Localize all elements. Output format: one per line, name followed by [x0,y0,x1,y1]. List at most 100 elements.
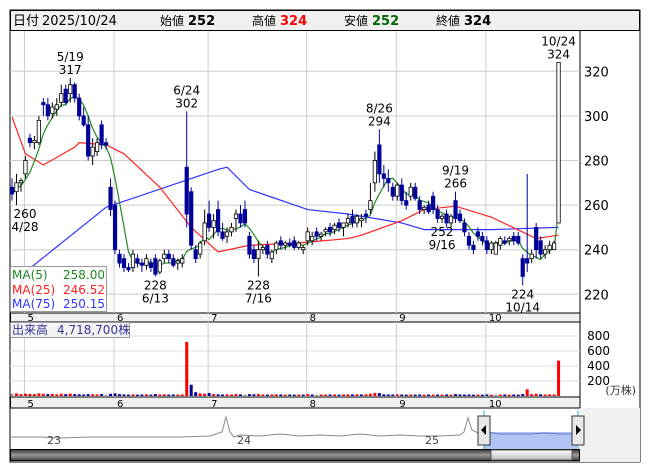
candle-body [126,267,131,271]
ma75-label: MA(75) [12,297,55,311]
volume-bar [333,394,337,396]
volume-bar [64,394,68,396]
volume-bar [162,394,166,396]
candle-body [162,253,167,260]
candle-body [247,235,252,255]
volume-bar [342,394,346,396]
month-label: 10 [489,313,502,324]
scrollbar-thumb[interactable] [490,449,573,461]
ma75-value: 250.15 [63,297,105,311]
candle-body [435,209,440,219]
volume-bar [238,394,242,396]
candle-body [180,258,185,264]
candle-body [229,226,234,233]
volume-bar [50,393,54,396]
volume-bar [454,394,458,396]
ma5-label: MA(5) [12,268,48,282]
candle-body [310,235,315,242]
volume-bar [198,393,202,396]
candle-body [148,262,153,268]
candle-body [525,258,530,264]
candle-body [121,258,127,268]
candle-body [207,213,212,228]
candle-body [345,218,351,224]
candle-body [529,253,534,260]
candle-body [86,124,91,157]
candle-body [493,242,498,255]
candle-body [368,200,373,210]
volume-bar [427,394,431,396]
annotation-value: 302 [175,96,198,110]
candle-body [130,253,136,268]
candle-body [457,213,463,222]
volume-label: 出来高 [12,322,48,337]
month-label: 9 [399,399,405,410]
candle-body [233,213,239,219]
candle-body [112,204,118,251]
volume-bar [221,394,225,396]
volume-bar [467,394,471,396]
candle-body [372,160,377,184]
navigator-selection[interactable] [484,432,577,449]
volume-bar [19,394,23,396]
candle-body [202,222,207,242]
candle-body [327,226,333,233]
volume-bar [131,394,135,396]
candle-body [238,213,243,224]
candle-body [68,84,73,95]
candle-body [50,106,55,115]
volume-bar [32,394,36,396]
volume-bar [10,393,14,396]
candle-body [283,242,288,246]
candle-body [135,258,140,264]
volume-bar [100,394,104,396]
volume-bar [534,393,538,396]
candle-body [323,229,328,233]
candle-body [507,238,512,242]
close-value: 324 [464,14,491,29]
month-label: 7 [211,399,217,410]
volume-bar [122,394,126,396]
volume-bar [274,394,278,396]
high-label: 高値 [252,13,276,28]
volume-bar [512,394,516,396]
volume-bar [315,394,319,396]
volume-bar [350,394,354,396]
candle-body [144,258,149,266]
volume-bar [23,393,27,396]
month-label: 7 [211,313,217,324]
candle-body [215,209,221,233]
candle-body [90,146,95,157]
volume-bar [458,394,462,396]
annotation-value: 317 [59,63,82,77]
volume-bar [28,393,32,396]
volume-bar [109,393,113,396]
month-label: 8 [310,399,316,410]
volume-bar [440,394,444,396]
volume-bar [279,394,283,396]
volume-bar [171,394,175,396]
candle-body [72,84,77,99]
volume-bar [283,394,287,396]
volume-bar [176,394,180,396]
volume-bar [265,394,269,396]
annotation-value: 266 [444,177,467,191]
volume-bar [543,394,547,396]
volume-bar [431,394,435,396]
candle-body [139,262,145,266]
candle-body [23,160,28,175]
candle-body [426,204,431,213]
volume-bar [216,394,220,396]
low-label: 安値 [344,13,368,28]
candle-body [551,242,557,251]
candle-body [444,213,449,224]
candle-body [189,191,194,246]
price-tick-label: 300 [584,110,609,125]
candle-body [36,119,41,144]
candle-body [59,93,64,103]
candle-body [251,249,257,260]
candle-body [211,220,216,228]
volume-bar [539,394,543,396]
volume-bar [252,394,256,396]
navigator-corner [580,408,640,462]
